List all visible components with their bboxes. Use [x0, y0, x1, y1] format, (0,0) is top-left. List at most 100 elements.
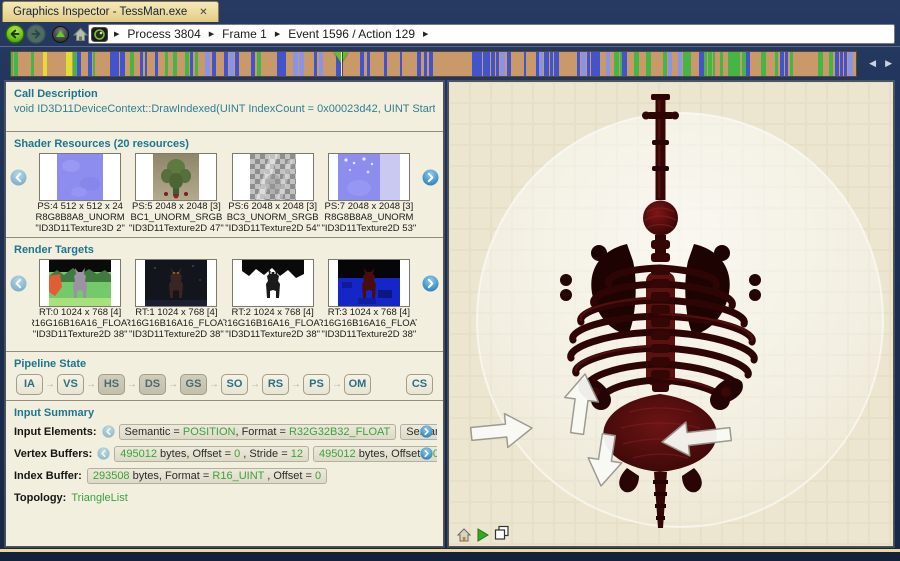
timeline-event-stripe[interactable]	[114, 52, 119, 76]
render-target-item-2[interactable]: RT:2 1024 x 768 [4] R16G16B16A16_FLOAT "…	[225, 259, 321, 340]
shader-resource-item-0[interactable]: PS:4 512 x 512 x 24 R8G8B8A8_UNORM "ID3D…	[32, 153, 128, 234]
stage-button-gs[interactable]: GS	[180, 374, 207, 395]
timeline-event-stripe[interactable]	[736, 52, 739, 76]
timeline-event-stripe[interactable]	[93, 52, 95, 76]
timeline-scroll-right-icon[interactable]: ▶	[885, 58, 892, 69]
timeline-event-stripe[interactable]	[761, 52, 766, 76]
timeline-event-stripe[interactable]	[165, 52, 169, 76]
timeline-event-stripe[interactable]	[840, 52, 843, 76]
timeline-event-stripe[interactable]	[77, 52, 80, 76]
back-button[interactable]	[5, 24, 25, 44]
timeline-event-stripe[interactable]	[69, 52, 72, 76]
timeline-event-stripe[interactable]	[417, 52, 421, 76]
shader-resource-item-1[interactable]: PS:5 2048 x 2048 [3] BC1_UNORM_SRGB "ID3…	[128, 153, 224, 234]
timeline-event-stripe[interactable]	[536, 52, 538, 76]
timeline-event-stripe[interactable]	[195, 52, 198, 76]
timeline-event-stripe[interactable]	[848, 52, 853, 76]
render-target-item-3[interactable]: RT:3 1024 x 768 [4] R16G16B16A16_FLOAT "…	[321, 259, 417, 340]
timeline-event-stripe[interactable]	[708, 52, 712, 76]
timeline-event-stripe[interactable]	[829, 52, 833, 76]
rt-scroll-left-button[interactable]	[10, 275, 27, 292]
breadcrumb-frame[interactable]: Frame 1	[216, 27, 273, 41]
shader-resource-item-3[interactable]: PS:7 2048 x 2048 [3] R8G8B8A8_UNORM "ID3…	[321, 153, 417, 234]
timeline-event-stripe[interactable]	[173, 52, 177, 76]
timeline-event-stripe[interactable]	[235, 52, 239, 76]
tab-close-icon[interactable]: ✕	[197, 7, 209, 18]
shader-scroll-left-button[interactable]	[10, 169, 27, 186]
timeline-event-stripe[interactable]	[577, 52, 580, 76]
timeline-scroll-left-icon[interactable]: ◀	[869, 58, 876, 69]
timeline-event-stripe[interactable]	[746, 52, 750, 76]
breadcrumb-event[interactable]: Event 1596 / Action 129	[282, 27, 421, 41]
timeline-event-stripe[interactable]	[634, 52, 639, 76]
timeline-event-stripe[interactable]	[88, 52, 92, 76]
timeline-event-stripe[interactable]	[130, 52, 133, 76]
capture-icon[interactable]	[91, 27, 108, 42]
stage-button-hs[interactable]: HS	[98, 374, 125, 395]
stage-button-ds[interactable]: DS	[139, 374, 166, 395]
timeline-event-stripe[interactable]	[581, 52, 586, 76]
timeline-event-stripe[interactable]	[496, 52, 499, 76]
timeline-event-stripe[interactable]	[229, 52, 234, 76]
timeline-event-stripe[interactable]	[780, 52, 784, 76]
shader-scroll-right-button[interactable]	[422, 169, 439, 186]
timeline-event-stripe[interactable]	[720, 52, 723, 76]
shader-resource-item-2[interactable]: PS:6 2048 x 2048 [3] BC3_UNORM_SRGB "ID3…	[225, 153, 321, 234]
input-element-pill[interactable]: Semantic = POSITION, Format = R32G32B32_…	[119, 424, 397, 440]
timeline-event-stripe[interactable]	[713, 52, 715, 76]
timeline-event-stripe[interactable]	[554, 52, 559, 76]
timeline-event-stripe[interactable]	[790, 52, 793, 76]
timeline-event-stripe[interactable]	[224, 52, 227, 76]
timeline-event-stripe[interactable]	[281, 52, 286, 76]
timeline-event-stripe[interactable]	[614, 52, 618, 76]
timeline-event-stripe[interactable]	[507, 52, 512, 76]
timeline-event-stripe[interactable]	[844, 52, 848, 76]
timeline-event-stripe[interactable]	[400, 52, 402, 76]
vertex-buffer-pill[interactable]: 495012 bytes, Offset = 0 , Stride = 12	[114, 446, 309, 462]
forward-button[interactable]	[26, 24, 46, 44]
stage-button-ps[interactable]: PS	[303, 374, 330, 395]
timeline-event-stripe[interactable]	[424, 52, 428, 76]
timeline-event-stripe[interactable]	[14, 52, 18, 76]
timeline-event-stripe[interactable]	[251, 52, 255, 76]
timeline-event-stripe[interactable]	[73, 52, 76, 76]
timeline-event-stripe[interactable]	[704, 52, 707, 76]
timeline-event-stripe[interactable]	[429, 52, 432, 76]
timeline-event-stripe[interactable]	[818, 52, 823, 76]
timeline-event-stripe[interactable]	[491, 52, 495, 76]
timeline-event-stripe[interactable]	[835, 52, 838, 76]
timeline-event-stripe[interactable]	[663, 52, 667, 76]
timeline-event-stripe[interactable]	[185, 52, 189, 76]
timeline-event-stripe[interactable]	[524, 52, 526, 76]
timeline-event-stripe[interactable]	[299, 52, 304, 76]
timeline-event-stripe[interactable]	[155, 52, 158, 76]
document-tab[interactable]: Graphics Inspector - TessMan.exe ✕	[2, 1, 219, 22]
stage-button-vs[interactable]: VS	[57, 374, 84, 395]
timeline-bar[interactable]	[10, 51, 857, 77]
timeline-event-stripe[interactable]	[550, 52, 553, 76]
timeline-event-stripe[interactable]	[544, 52, 549, 76]
timeline-event-stripe[interactable]	[314, 52, 317, 76]
vertex-buffers-scroll-left-button[interactable]	[97, 447, 110, 460]
timeline-event-stripe[interactable]	[140, 52, 143, 76]
timeline-event-stripe[interactable]	[477, 52, 481, 76]
timeline-event-stripe[interactable]	[43, 52, 47, 76]
stage-button-cs[interactable]: CS	[406, 374, 433, 395]
timeline-event-stripe[interactable]	[319, 52, 323, 76]
timeline-event-stripe[interactable]	[483, 52, 486, 76]
timeline-event-stripe[interactable]	[539, 52, 543, 76]
timeline-event-stripe[interactable]	[594, 52, 599, 76]
timeline-event-stripe[interactable]	[775, 52, 777, 76]
timeline-event-stripe[interactable]	[668, 52, 672, 76]
index-buffer-pill[interactable]: 293508 bytes, Format = R16_UINT , Offset…	[87, 468, 327, 484]
stage-button-rs[interactable]: RS	[262, 374, 289, 395]
timeline-event-stripe[interactable]	[384, 52, 387, 76]
vertex-buffer-pill[interactable]: 495012 bytes, Offset = 0 , Stride = 12	[313, 446, 437, 462]
stage-button-ia[interactable]: IA	[16, 374, 43, 395]
timeline-event-stripe[interactable]	[472, 52, 476, 76]
timeline-event-stripe[interactable]	[367, 52, 371, 76]
stage-button-so[interactable]: SO	[221, 374, 248, 395]
timeline-event-stripe[interactable]	[678, 52, 682, 76]
breadcrumb-process[interactable]: Process 3804	[121, 27, 206, 41]
timeline-event-stripe[interactable]	[205, 52, 210, 76]
